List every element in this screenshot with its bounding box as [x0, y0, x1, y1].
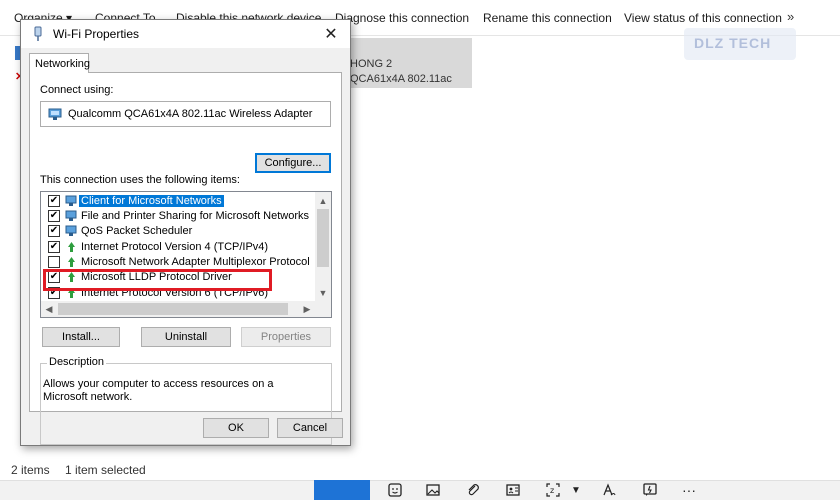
list-item-multiplexor[interactable]: Microsoft Network Adapter Multiplexor Pr…: [41, 255, 315, 270]
connect-using-label: Connect using:: [40, 84, 114, 96]
network-adapter-icon: [48, 108, 62, 124]
checkbox[interactable]: [48, 256, 60, 268]
list-item-label: File and Printer Sharing for Microsoft N…: [81, 210, 310, 222]
toolbar-overflow-button[interactable]: »: [787, 9, 794, 24]
cancel-button[interactable]: Cancel: [277, 418, 343, 438]
checkbox[interactable]: ✔: [48, 225, 60, 237]
quick-action-icon[interactable]: [640, 480, 660, 500]
watermark-logo: DLZ TECH: [684, 28, 796, 60]
status-item-count: 2 items: [11, 463, 50, 477]
list-item-lldp-driver[interactable]: ✔ Microsoft LLDP Protocol Driver: [41, 270, 315, 285]
checkbox[interactable]: ✔: [48, 271, 60, 283]
wifi-adapter-icon: [31, 26, 45, 45]
connection-name: HONG 2: [350, 58, 393, 70]
properties-button[interactable]: Properties: [241, 327, 331, 347]
protocol-icon: [65, 287, 78, 302]
taskbar-active-app[interactable]: [314, 480, 370, 500]
uninstall-button[interactable]: Uninstall: [141, 327, 231, 347]
emoji-icon[interactable]: [385, 480, 405, 500]
dialog-titlebar: Wi-Fi Properties ✕: [21, 20, 350, 48]
wifi-properties-dialog: Wi-Fi Properties ✕ Networking Connect us…: [20, 19, 351, 446]
list-item-label: Internet Protocol Version 6 (TCP/IPv6): [81, 287, 269, 299]
list-item-file-printer-sharing[interactable]: ✔ File and Printer Sharing for Microsoft…: [41, 209, 315, 224]
checkbox[interactable]: ✔: [48, 241, 60, 253]
network-connection-tile[interactable]: HONG 2 QCA61x4A 802.11ac: [342, 38, 472, 88]
scroll-right-icon[interactable]: ▶: [299, 301, 315, 317]
list-item-ipv4[interactable]: ✔ Internet Protocol Version 4 (TCP/IPv4): [41, 240, 315, 255]
network-service-icon: [65, 225, 78, 240]
horizontal-scroll-thumb[interactable]: [58, 303, 288, 315]
attachment-icon[interactable]: [463, 480, 483, 500]
chevron-down-icon[interactable]: ▼: [566, 480, 586, 500]
vertical-scrollbar[interactable]: ▲ ▼: [315, 192, 331, 301]
list-item-ipv6[interactable]: ✔ Internet Protocol Version 6 (TCP/IPv6): [41, 286, 315, 301]
checkbox[interactable]: ✔: [48, 287, 60, 299]
toolbar-diagnose[interactable]: Diagnose this connection: [335, 11, 469, 25]
list-item-label: QoS Packet Scheduler: [81, 225, 193, 237]
image-icon[interactable]: [423, 480, 443, 500]
networking-panel: Connect using: Qualcomm QCA61x4A 802.11a…: [29, 72, 342, 445]
checkbox[interactable]: ✔: [48, 195, 60, 207]
tab-networking[interactable]: Networking: [29, 53, 90, 73]
more-options-icon[interactable]: ···: [679, 480, 699, 500]
dialog-title: Wi-Fi Properties: [53, 27, 140, 41]
zoom-frame-icon[interactable]: z: [543, 480, 563, 500]
list-item-label: Client for Microsoft Networks: [79, 195, 224, 207]
svg-text:z: z: [550, 486, 554, 495]
adapter-field: Qualcomm QCA61x4A 802.11ac Wireless Adap…: [40, 101, 331, 127]
watermark-text: DLZ TECH: [694, 35, 772, 51]
configure-button[interactable]: Configure...: [255, 153, 331, 173]
network-service-icon: [65, 210, 78, 225]
status-selection: 1 item selected: [65, 463, 146, 477]
list-item-client-networks[interactable]: ✔ Client for Microsoft Networks: [41, 194, 315, 209]
toolbar-rename[interactable]: Rename this connection: [483, 11, 612, 25]
checkbox[interactable]: ✔: [48, 210, 60, 222]
network-client-icon: [65, 195, 78, 210]
status-bar: 2 items 1 item selected: [0, 460, 840, 480]
list-item-label: Microsoft LLDP Protocol Driver: [81, 271, 232, 283]
protocol-icon: [65, 241, 78, 256]
connection-adapter: QCA61x4A 802.11ac: [350, 73, 452, 85]
taskbar: [0, 480, 840, 500]
items-label: This connection uses the following items…: [40, 174, 240, 186]
contact-card-icon[interactable]: [503, 480, 523, 500]
scroll-left-icon[interactable]: ◀: [41, 301, 57, 317]
ok-button[interactable]: OK: [203, 418, 269, 438]
adapter-name: Qualcomm QCA61x4A 802.11ac Wireless Adap…: [68, 108, 313, 120]
protocol-icon: [65, 256, 78, 271]
scroll-down-icon[interactable]: ▼: [315, 286, 331, 300]
protocol-icon: [65, 271, 78, 286]
toolbar-view-status[interactable]: View status of this connection: [624, 11, 782, 25]
handwriting-icon[interactable]: [599, 480, 619, 500]
close-icon[interactable]: ✕: [317, 22, 345, 46]
components-list[interactable]: ✔ Client for Microsoft Networks ✔ File a…: [40, 191, 332, 318]
horizontal-scrollbar[interactable]: ◀ ▶: [41, 301, 331, 317]
install-button[interactable]: Install...: [42, 327, 120, 347]
list-item-label: Internet Protocol Version 4 (TCP/IPv4): [81, 241, 269, 253]
list-item-qos-scheduler[interactable]: ✔ QoS Packet Scheduler: [41, 224, 315, 239]
description-legend: Description: [47, 356, 107, 368]
description-text: Allows your computer to access resources…: [43, 378, 274, 403]
list-item-label: Microsoft Network Adapter Multiplexor Pr…: [81, 256, 310, 268]
vertical-scroll-thumb[interactable]: [317, 209, 329, 267]
scroll-up-icon[interactable]: ▲: [315, 194, 331, 208]
